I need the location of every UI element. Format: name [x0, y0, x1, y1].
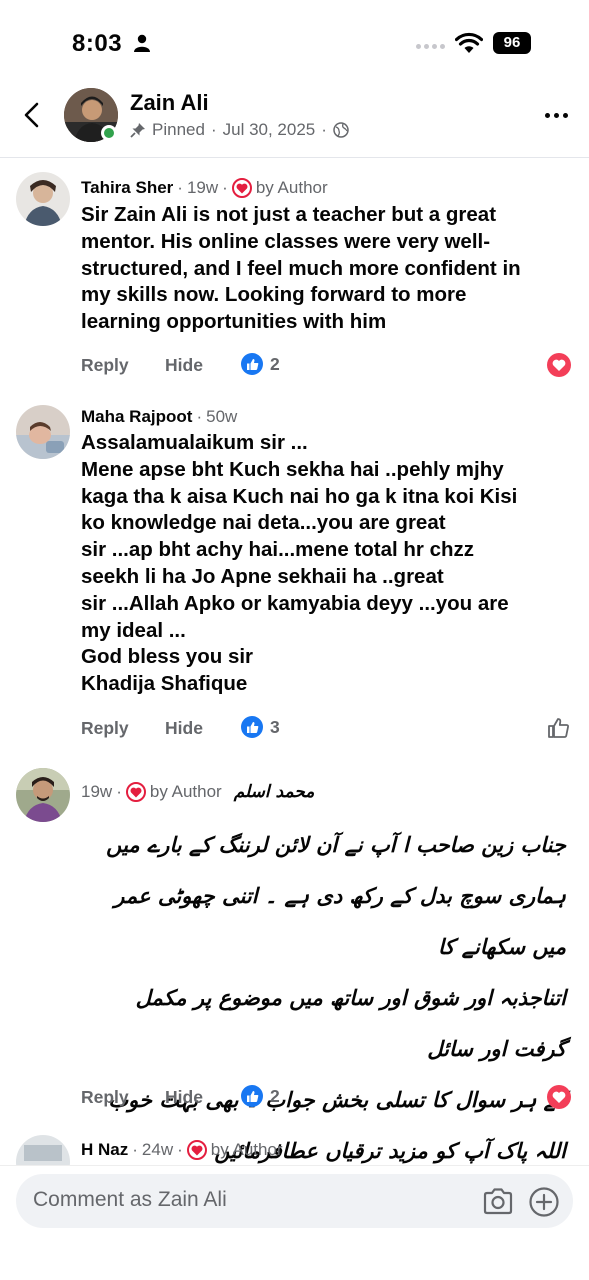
like-icon: [241, 1085, 263, 1107]
comment-actions: Reply Hide 2: [81, 351, 571, 381]
like-icon: [241, 716, 263, 738]
like-icon: [241, 353, 263, 375]
status-bar: 8:03 96: [0, 0, 589, 80]
add-icon[interactable]: [528, 1186, 560, 1218]
comments-list: Tahira Sher · 19w · by Author Sir Zain A…: [0, 160, 589, 1165]
love-reaction-icon[interactable]: [547, 1085, 571, 1109]
globe-icon: [333, 122, 349, 138]
commenter-avatar[interactable]: [16, 405, 70, 459]
post-author-name[interactable]: Zain Ali: [130, 90, 209, 116]
pinned-label: Pinned: [152, 120, 205, 139]
comment-actions: Reply Hide 2: [81, 1083, 571, 1113]
status-time: 8:03: [72, 30, 123, 57]
reply-button[interactable]: Reply: [81, 355, 129, 376]
author-badge: by Author: [210, 1140, 283, 1159]
heart-icon: [125, 782, 146, 802]
hide-button[interactable]: Hide: [165, 718, 203, 739]
battery-indicator: 96: [493, 32, 531, 54]
comment-input-box[interactable]: [16, 1174, 573, 1228]
comment-age: 19w: [81, 782, 113, 801]
comment-age: 24w: [141, 1140, 174, 1159]
comment-meta: H Naz · 24w · by Author: [81, 1140, 283, 1160]
camera-icon[interactable]: [482, 1186, 514, 1216]
post-date: Jul 30, 2025: [222, 120, 316, 139]
more-options-icon[interactable]: [545, 113, 568, 118]
comment-meta: Maha Rajpoot · 50w: [81, 407, 238, 427]
cellular-signal-icon: [416, 44, 445, 49]
hide-button[interactable]: Hide: [165, 1087, 203, 1108]
reply-button[interactable]: Reply: [81, 1087, 129, 1108]
comment-meta: Tahira Sher · 19w · by Author: [81, 178, 328, 198]
back-chevron-icon[interactable]: [18, 100, 48, 130]
hide-button[interactable]: Hide: [165, 355, 203, 376]
comment-age: 19w: [186, 178, 219, 197]
commenter-avatar[interactable]: [16, 1135, 70, 1165]
reply-button[interactable]: Reply: [81, 718, 129, 739]
comment-text: Assalamualaikum sir ... Mene apse bht Ku…: [81, 431, 518, 696]
online-status-dot: [101, 125, 117, 141]
comment-meta: 19w · by Author محمد اسلم: [81, 782, 315, 802]
author-badge: by Author: [149, 782, 222, 801]
like-outline-icon[interactable]: [547, 716, 571, 745]
heart-icon: [186, 1140, 207, 1160]
comment-age: 50w: [206, 407, 238, 426]
comment-author[interactable]: H Naz: [81, 1140, 128, 1160]
post-meta: Pinned · Jul 30, 2025 ·: [130, 120, 349, 140]
like-count[interactable]: 2: [241, 353, 280, 375]
heart-icon: [231, 178, 252, 198]
comment-composer: [0, 1165, 589, 1280]
commenter-avatar[interactable]: [16, 172, 70, 226]
like-count[interactable]: 2: [241, 1085, 280, 1107]
comment-author[interactable]: محمد اسلم: [234, 782, 315, 802]
like-count[interactable]: 3: [241, 716, 280, 738]
person-icon: [134, 34, 150, 52]
comment-text: جناب زین صاحب ا آپ نے آن لائن لرننگ کے ب…: [106, 833, 566, 1163]
comment-text: Sir Zain Ali is not just a teacher but a…: [81, 203, 521, 334]
wifi-icon: [455, 32, 483, 53]
comment-author[interactable]: Tahira Sher: [81, 178, 173, 198]
commenter-avatar[interactable]: [16, 768, 70, 822]
comment-actions: Reply Hide 3: [81, 714, 571, 744]
love-reaction-icon[interactable]: [547, 353, 571, 377]
comment-input[interactable]: [33, 1188, 463, 1212]
author-badge: by Author: [255, 178, 328, 197]
comment-author[interactable]: Maha Rajpoot: [81, 407, 192, 427]
pin-icon: [130, 123, 145, 138]
post-header: Zain Ali Pinned · Jul 30, 2025 ·: [0, 80, 589, 158]
